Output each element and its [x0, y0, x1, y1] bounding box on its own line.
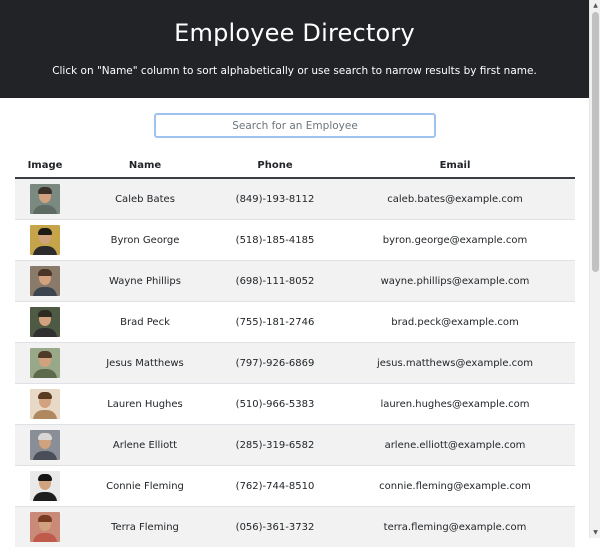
- table-header-row: Image Name Phone Email: [15, 154, 575, 178]
- table-row: Connie Fleming(762)-744-8510connie.flemi…: [15, 466, 575, 507]
- scrollbar-thumb[interactable]: [592, 12, 599, 272]
- table-row: Brad Peck(755)-181-2746brad.peck@example…: [15, 302, 575, 343]
- avatar: [30, 389, 60, 419]
- column-header-image: Image: [15, 154, 75, 178]
- avatar: [30, 307, 60, 337]
- vertical-scrollbar[interactable]: ▲ ▼: [589, 0, 600, 538]
- phone-cell: (849)-193-8112: [215, 178, 335, 220]
- email-cell: connie.fleming@example.com: [335, 466, 575, 507]
- table-row: Terra Fleming(056)-361-3732terra.fleming…: [15, 507, 575, 547]
- page-title: Employee Directory: [0, 19, 589, 47]
- table-row: Arlene Elliott(285)-319-6582arlene.ellio…: [15, 425, 575, 466]
- scroll-down-arrow-icon[interactable]: ▼: [592, 529, 599, 536]
- email-cell: wayne.phillips@example.com: [335, 261, 575, 302]
- image-cell: [15, 466, 75, 507]
- image-cell: [15, 384, 75, 425]
- name-cell: Jesus Matthews: [75, 343, 215, 384]
- image-cell: [15, 178, 75, 220]
- name-cell: Arlene Elliott: [75, 425, 215, 466]
- table-row: Jesus Matthews(797)-926-6869jesus.matthe…: [15, 343, 575, 384]
- column-header-name[interactable]: Name: [75, 154, 215, 178]
- page-header: Employee Directory Click on "Name" colum…: [0, 0, 589, 98]
- email-cell: brad.peck@example.com: [335, 302, 575, 343]
- table-row: Lauren Hughes(510)-966-5383lauren.hughes…: [15, 384, 575, 425]
- page-subtitle: Click on "Name" column to sort alphabeti…: [0, 65, 589, 77]
- email-cell: lauren.hughes@example.com: [335, 384, 575, 425]
- avatar: [30, 471, 60, 501]
- phone-cell: (755)-181-2746: [215, 302, 335, 343]
- phone-cell: (762)-744-8510: [215, 466, 335, 507]
- email-cell: terra.fleming@example.com: [335, 507, 575, 547]
- name-cell: Byron George: [75, 220, 215, 261]
- employee-search-input[interactable]: [154, 113, 436, 138]
- column-header-phone: Phone: [215, 154, 335, 178]
- name-cell: Lauren Hughes: [75, 384, 215, 425]
- image-cell: [15, 507, 75, 547]
- avatar: [30, 225, 60, 255]
- image-cell: [15, 343, 75, 384]
- image-cell: [15, 261, 75, 302]
- phone-cell: (285)-319-6582: [215, 425, 335, 466]
- name-cell: Caleb Bates: [75, 178, 215, 220]
- table-row: Byron George(518)-185-4185byron.george@e…: [15, 220, 575, 261]
- table-row: Caleb Bates(849)-193-8112caleb.bates@exa…: [15, 178, 575, 220]
- name-cell: Brad Peck: [75, 302, 215, 343]
- image-cell: [15, 425, 75, 466]
- employee-table-body: Caleb Bates(849)-193-8112caleb.bates@exa…: [15, 178, 575, 547]
- email-cell: byron.george@example.com: [335, 220, 575, 261]
- image-cell: [15, 220, 75, 261]
- phone-cell: (518)-185-4185: [215, 220, 335, 261]
- name-cell: Terra Fleming: [75, 507, 215, 547]
- name-cell: Connie Fleming: [75, 466, 215, 507]
- email-cell: caleb.bates@example.com: [335, 178, 575, 220]
- avatar: [30, 430, 60, 460]
- avatar: [30, 184, 60, 214]
- scroll-up-arrow-icon[interactable]: ▲: [592, 2, 599, 9]
- name-cell: Wayne Phillips: [75, 261, 215, 302]
- phone-cell: (510)-966-5383: [215, 384, 335, 425]
- table-row: Wayne Phillips(698)-111-8052wayne.philli…: [15, 261, 575, 302]
- avatar: [30, 266, 60, 296]
- employee-table: Image Name Phone Email Caleb Bates(849)-…: [15, 154, 575, 547]
- email-cell: arlene.elliott@example.com: [335, 425, 575, 466]
- email-cell: jesus.matthews@example.com: [335, 343, 575, 384]
- avatar: [30, 348, 60, 378]
- phone-cell: (056)-361-3732: [215, 507, 335, 547]
- image-cell: [15, 302, 75, 343]
- column-header-email: Email: [335, 154, 575, 178]
- phone-cell: (698)-111-8052: [215, 261, 335, 302]
- phone-cell: (797)-926-6869: [215, 343, 335, 384]
